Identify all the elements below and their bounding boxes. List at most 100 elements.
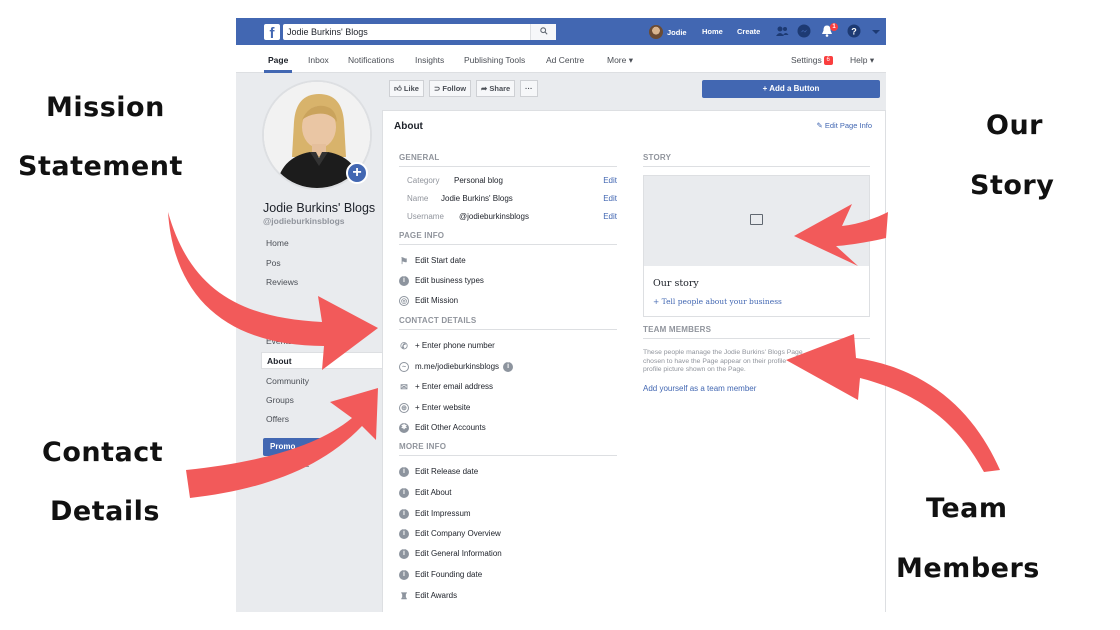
pencil-icon: ✎ — [816, 121, 825, 130]
page-info-header: PAGE INFO — [399, 231, 617, 245]
tab-ad-centre[interactable]: Ad Centre — [546, 55, 584, 65]
help-link[interactable]: Help ▾ — [850, 55, 874, 66]
edit-general-information-link[interactable]: i Edit General Information — [399, 547, 502, 560]
facebook-page-screenshot: f Jodie Burkins' Blogs Jodie Home Create… — [236, 18, 886, 612]
general-value: Jodie Burkins' Blogs — [441, 194, 513, 203]
contact-details-header: CONTACT DETAILS — [399, 316, 617, 330]
add-photo-icon[interactable]: + — [346, 162, 368, 184]
edit-awards-link[interactable]: ♜ Edit Awards — [399, 589, 457, 602]
search-icon[interactable] — [530, 24, 556, 40]
edit-page-info-link[interactable]: ✎ Edit Page Info — [817, 121, 873, 130]
more-info-header: MORE INFO — [399, 442, 617, 456]
phone-icon: ✆ — [400, 340, 408, 351]
left-nav-posts[interactable]: Pos — [261, 255, 383, 272]
annotation-mission: Mission — [46, 92, 165, 123]
edit-username-link[interactable]: Edit — [603, 212, 617, 221]
info-icon: i — [503, 361, 514, 372]
tab-page[interactable]: Page — [268, 55, 288, 65]
search-input[interactable]: Jodie Burkins' Blogs — [283, 24, 556, 40]
messenger-icon[interactable] — [797, 24, 811, 38]
edit-category-link[interactable]: Edit — [603, 176, 617, 185]
svg-text:?: ? — [851, 27, 857, 37]
facebook-logo-icon[interactable]: f — [264, 24, 280, 40]
edit-start-date-link[interactable]: ⚑ Edit Start date — [399, 254, 466, 267]
annotation-contact: Contact — [42, 437, 164, 468]
edit-impressum-link[interactable]: i Edit Impressum — [399, 507, 471, 520]
page-handle[interactable]: @jodieburkinsblogs — [263, 216, 345, 226]
edit-mission-link[interactable]: ◎ Edit Mission — [399, 294, 458, 307]
messenger-link[interactable]: ~ m.me/jodieburkinsblogs i — [399, 360, 514, 373]
info-icon: i — [399, 466, 409, 477]
more-info-label: Edit Awards — [415, 591, 458, 600]
page-info-label: Edit Mission — [415, 296, 459, 305]
left-nav-groups[interactable]: Groups — [261, 392, 383, 409]
enter-website-link[interactable]: ⊕ + Enter website — [399, 401, 470, 414]
team-desc-line: These people manage the Jodie Burkins' B… — [643, 349, 803, 356]
left-nav-reviews[interactable]: Reviews — [261, 274, 383, 291]
general-value: Personal blog — [454, 176, 503, 185]
dropdown-icon[interactable] — [869, 26, 883, 40]
edit-page-info-label: Edit Page Info — [824, 121, 872, 130]
add-a-button[interactable]: + Add a Button — [702, 80, 880, 98]
settings-link[interactable]: Settings 6 — [791, 55, 833, 66]
help-icon[interactable]: ? — [847, 24, 861, 38]
edit-other-accounts-link[interactable]: ✱ Edit Other Accounts — [399, 421, 486, 434]
tab-publishing-tools[interactable]: Publishing Tools — [464, 55, 525, 65]
left-nav-community[interactable]: Community — [261, 373, 383, 390]
general-row-name: Name Jodie Burkins' Blogs Edit — [407, 194, 617, 206]
general-row-category: Category Personal blog Edit — [407, 176, 617, 188]
tab-notifications[interactable]: Notifications — [348, 55, 394, 65]
contact-label: m.me/jodieburkinsblogs — [415, 362, 500, 371]
tell-people-link[interactable]: + Tell people about your business — [653, 297, 782, 306]
more-info-label: Edit About — [415, 488, 452, 497]
tab-inbox[interactable]: Inbox — [308, 55, 329, 65]
messenger-outline-icon: ~ — [399, 361, 409, 372]
team-members-header: TEAM MEMBERS — [643, 325, 870, 339]
enter-email-link[interactable]: ✉ + Enter email address — [399, 380, 493, 393]
add-photo-icon — [750, 214, 763, 225]
user-avatar — [649, 25, 663, 39]
edit-name-link[interactable]: Edit — [603, 194, 617, 203]
add-team-member-link[interactable]: Add yourself as a team member — [643, 384, 756, 393]
info-icon: i — [399, 569, 409, 580]
enter-phone-link[interactable]: ✆ + Enter phone number — [399, 339, 495, 352]
left-nav-home[interactable]: Home — [261, 235, 383, 252]
email-icon: ✉ — [400, 381, 408, 392]
general-key: Username — [407, 212, 444, 221]
annotation-story: Story — [970, 170, 1055, 201]
left-nav-offers[interactable]: Offers — [261, 411, 383, 428]
edit-about-link[interactable]: i Edit About — [399, 486, 451, 499]
left-nav-photos[interactable]: Photos — [261, 314, 383, 331]
settings-label: Settings — [791, 55, 822, 65]
user-profile-link[interactable]: Jodie — [649, 24, 687, 40]
tab-more[interactable]: More ▾ — [607, 55, 633, 66]
like-label: Like — [403, 84, 419, 93]
more-info-label: Edit Impressum — [415, 509, 471, 518]
page-name: Jodie Burkins' Blogs — [263, 201, 376, 215]
left-nav-more[interactable]: re — [302, 459, 310, 469]
edit-company-overview-link[interactable]: i Edit Company Overview — [399, 527, 501, 540]
tab-insights[interactable]: Insights — [415, 55, 444, 65]
promote-button[interactable]: Promo — [263, 438, 323, 456]
follow-button[interactable]: ⊃ Follow — [429, 80, 472, 97]
settings-badge: 6 — [823, 56, 833, 66]
flag-icon: ⚑ — [399, 255, 409, 266]
create-link[interactable]: Create — [737, 27, 760, 36]
left-nav-about[interactable]: About — [261, 352, 383, 369]
home-link[interactable]: Home — [702, 27, 723, 36]
like-button[interactable]: 👍︎ Like — [389, 80, 424, 97]
more-actions-button[interactable]: ··· — [520, 80, 538, 97]
general-header: GENERAL — [399, 153, 617, 167]
edit-release-date-link[interactable]: i Edit Release date — [399, 465, 478, 478]
share-button[interactable]: ➦ Share — [476, 80, 516, 97]
story-card[interactable]: Our story + Tell people about your busin… — [643, 175, 870, 317]
edit-founding-date-link[interactable]: i Edit Founding date — [399, 568, 482, 581]
edit-business-types-link[interactable]: i Edit business types — [399, 274, 484, 287]
accounts-icon: ✱ — [399, 422, 409, 433]
general-key: Category — [407, 176, 440, 185]
friends-icon[interactable] — [775, 24, 789, 38]
info-icon: i — [399, 508, 409, 519]
left-nav-events[interactable]: Events — [261, 333, 383, 350]
about-title: About — [394, 121, 423, 132]
story-cover-image[interactable] — [644, 176, 869, 266]
